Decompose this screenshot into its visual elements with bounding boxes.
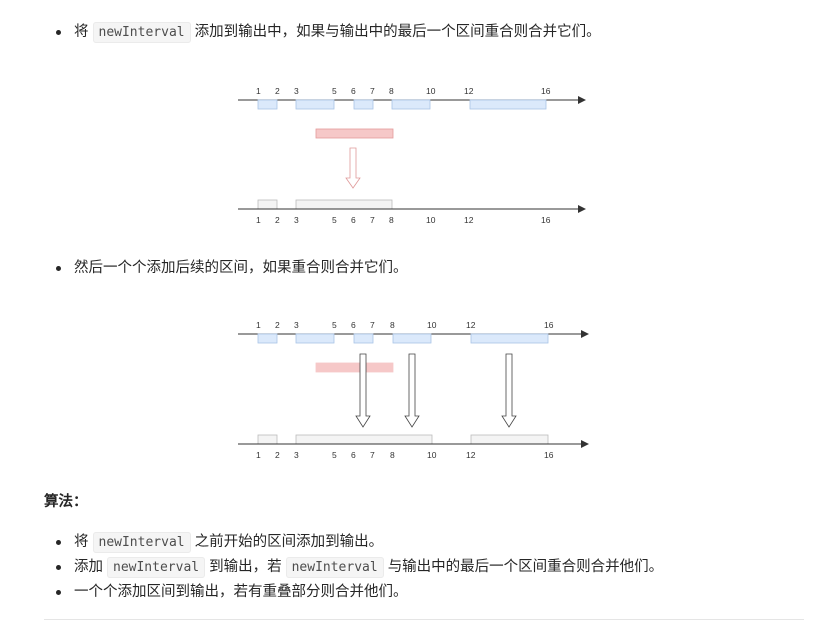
down-arrow (501, 353, 517, 428)
bottom-tick-labels: 1 2 3 5 6 7 8 10 12 16 (256, 215, 551, 225)
output-box (470, 434, 549, 445)
tick-label: 6 (351, 320, 356, 330)
tick-label: 3 (294, 450, 299, 460)
interval-box (470, 333, 549, 344)
interval-box (295, 333, 335, 344)
tick-label: 12 (466, 450, 476, 460)
tick-label: 6 (351, 450, 356, 460)
step1-code: newInterval (92, 22, 191, 43)
tick-label: 1 (256, 215, 261, 225)
output-box (295, 434, 433, 445)
step-prefix: 添加 (74, 559, 103, 575)
tick-label: 10 (427, 450, 437, 460)
tick-label: 2 (275, 215, 280, 225)
step-suffix: 与输出中的最后一个区间重合则合并他们。 (387, 559, 664, 575)
new-interval-box (315, 128, 394, 139)
step-prefix: 将 (74, 534, 89, 550)
algorithm-step-2: 添加 newInterval 到输出，若 newInterval 与输出中的最后一个区间… (56, 555, 663, 579)
down-arrow (404, 353, 420, 428)
tick-label: 3 (294, 215, 299, 225)
output-box (257, 434, 278, 445)
step2-item: 然后一个个添加后续的区间，如果重合则合并它们。 (56, 256, 408, 280)
tick-label: 7 (370, 86, 375, 96)
top-tick-labels: 1 2 3 5 6 7 8 10 12 16 (256, 86, 551, 96)
tick-label: 7 (370, 215, 375, 225)
tick-label: 1 (256, 450, 261, 460)
interval-box (295, 99, 335, 110)
interval-box (257, 333, 278, 344)
tick-label: 7 (370, 320, 375, 330)
step-mid: 到输出，若 (209, 559, 282, 575)
algorithm-step-1: 将 newInterval 之前开始的区间添加到输出。 (56, 530, 383, 554)
tick-label: 12 (464, 86, 474, 96)
step1-item: 将 newInterval 添加到输出中，如果与输出中的最后一个区间重合则合并它们。 (56, 20, 601, 44)
tick-label: 3 (294, 86, 299, 96)
tick-label: 6 (351, 86, 356, 96)
tick-label: 2 (275, 450, 280, 460)
step-text: 一个个添加区间到输出，若有重叠部分则合并他们。 (74, 584, 408, 600)
divider (44, 619, 804, 620)
tick-label: 7 (370, 450, 375, 460)
step-suffix: 之前开始的区间添加到输出。 (194, 534, 384, 550)
tick-label: 3 (294, 320, 299, 330)
tick-label: 16 (541, 86, 551, 96)
top-tick-labels: 1 2 3 5 6 7 8 10 12 16 (256, 320, 554, 330)
step-code: newInterval (92, 532, 191, 553)
step-code: newInterval (285, 557, 384, 578)
interval-box (392, 333, 432, 344)
step1-prefix: 将 (74, 24, 89, 40)
tick-label: 12 (466, 320, 476, 330)
tick-label: 2 (275, 320, 280, 330)
interval-box (469, 99, 547, 110)
tick-label: 5 (332, 450, 337, 460)
new-interval-box (315, 362, 394, 373)
interval-box (353, 333, 374, 344)
tick-label: 10 (426, 215, 436, 225)
tick-label: 6 (351, 215, 356, 225)
tick-label: 5 (332, 320, 337, 330)
tick-label: 5 (332, 215, 337, 225)
diagram-merge-following: 1 2 3 5 6 7 8 10 12 16 1 2 3 5 6 7 8 10 … (238, 320, 589, 460)
tick-label: 16 (541, 215, 551, 225)
tick-label: 12 (464, 215, 474, 225)
step2-text: 然后一个个添加后续的区间，如果重合则合并它们。 (74, 260, 408, 276)
step-code: newInterval (107, 557, 206, 578)
tick-label: 8 (389, 86, 394, 96)
algorithm-heading: 算法： (44, 494, 88, 510)
interval-box (257, 99, 278, 110)
tick-label: 8 (390, 320, 395, 330)
down-arrow (345, 147, 361, 189)
tick-label: 5 (332, 86, 337, 96)
tick-label: 1 (256, 86, 261, 96)
tick-label: 16 (544, 320, 554, 330)
diagram-add-new-interval: 1 2 3 5 6 7 8 10 12 16 1 2 3 5 6 7 8 10 … (238, 86, 586, 225)
tick-label: 2 (275, 86, 280, 96)
interval-box (353, 99, 374, 110)
tick-label: 8 (390, 450, 395, 460)
interval-box (391, 99, 431, 110)
tick-label: 1 (256, 320, 261, 330)
tick-label: 10 (427, 320, 437, 330)
step1-suffix: 添加到输出中，如果与输出中的最后一个区间重合则合并它们。 (194, 24, 601, 40)
algorithm-step-3: 一个个添加区间到输出，若有重叠部分则合并他们。 (56, 580, 408, 604)
tick-label: 8 (389, 215, 394, 225)
tick-label: 10 (426, 86, 436, 96)
bottom-tick-labels: 1 2 3 5 6 7 8 10 12 16 (256, 450, 554, 460)
output-box (295, 199, 393, 210)
output-box (257, 199, 278, 210)
tick-label: 16 (544, 450, 554, 460)
